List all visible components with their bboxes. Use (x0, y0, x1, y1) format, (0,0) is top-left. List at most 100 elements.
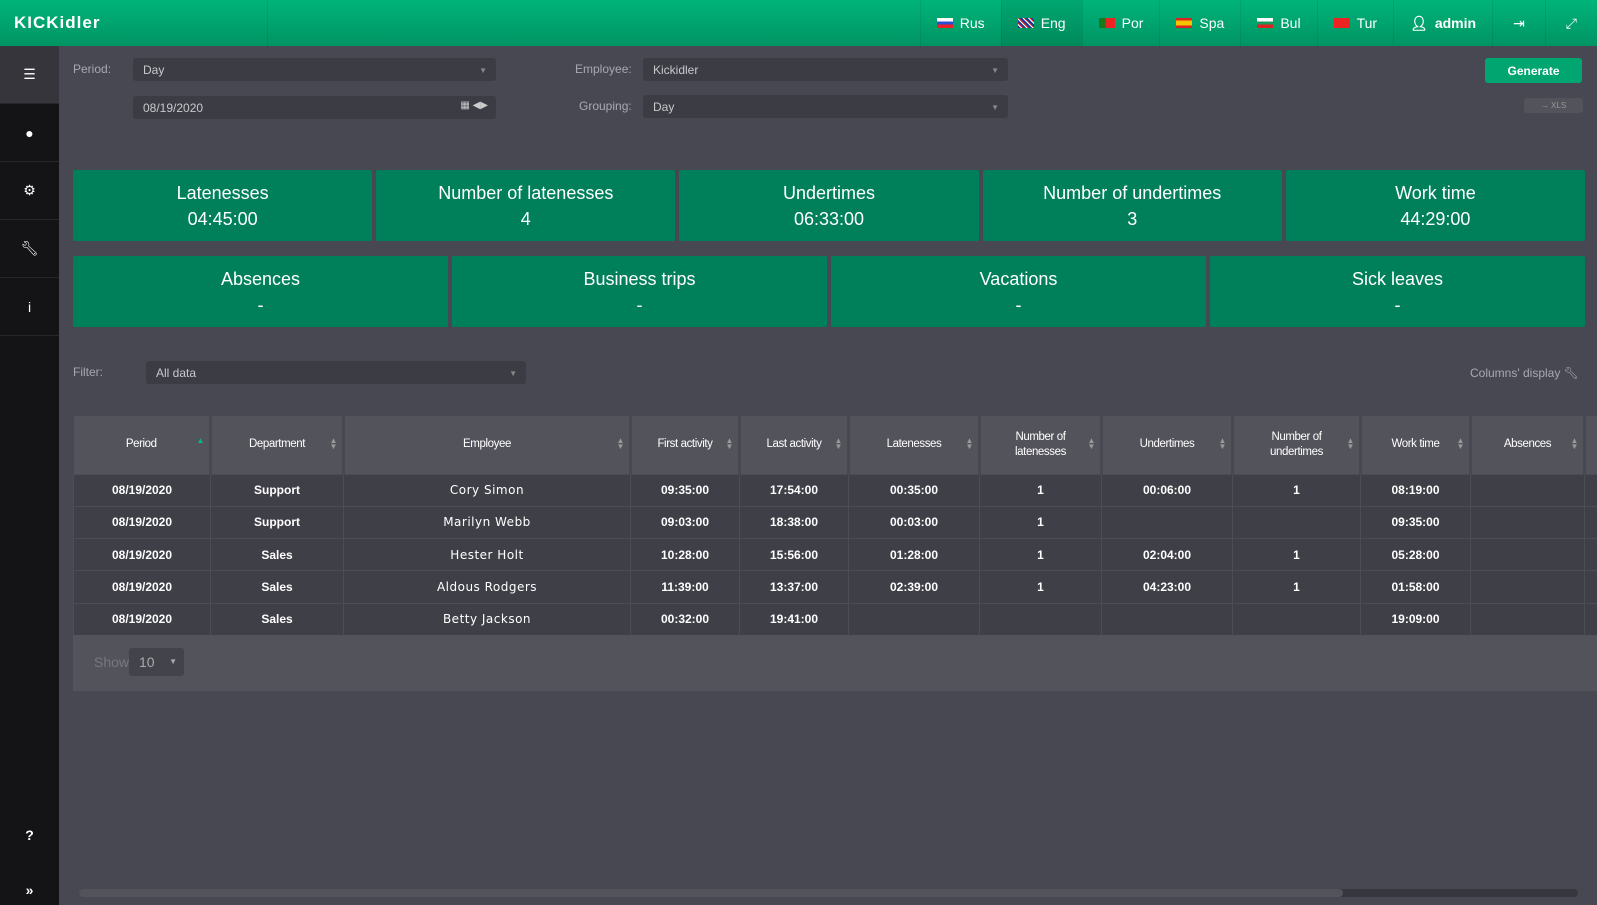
sort-icon[interactable]: ▲ ▼ (725, 437, 733, 451)
column-header[interactable]: Undertimes ▲ ▼ (1101, 416, 1234, 474)
table-cell: Betty Jackson (343, 602, 631, 636)
table-cell: Support (210, 473, 344, 507)
column-header[interactable]: Department ▲ ▼ (210, 416, 345, 474)
language-tur[interactable]: Tur (1316, 0, 1393, 46)
table-cell: 1 (979, 570, 1102, 604)
logout-button[interactable]: ⇥ (1492, 0, 1545, 46)
card-value: 04:45:00 (187, 208, 258, 229)
flag-es-icon (1176, 18, 1193, 28)
table-cell (1470, 505, 1585, 540)
wrench-icon: 🔧︎ (20, 240, 39, 256)
expand-sidebar-icon[interactable]: » (0, 882, 59, 898)
table-cell: Sales (210, 570, 344, 604)
column-header-label: Last activity (766, 438, 822, 451)
columns-display-button[interactable]: Columns' display 🔧︎ (1470, 366, 1579, 380)
table-cell: 02:04:00 (1101, 538, 1233, 572)
next-date-icon[interactable]: ▶ (480, 100, 488, 111)
user-menu[interactable]: 👤︎ admin (1393, 0, 1492, 46)
language-label: Eng (1040, 15, 1066, 31)
sort-icon[interactable]: ▲ ▼ (1456, 437, 1464, 451)
column-header[interactable]: First activity ▲ ▼ (630, 416, 741, 474)
summary-row-1: Latenesses 04:45:00 Number of latenesses 4 U… (73, 170, 1586, 241)
sort-icon[interactable]: ▲ (196, 437, 204, 445)
card-title: Latenesses (176, 182, 269, 203)
language-spa[interactable]: Spa (1159, 0, 1240, 46)
sidebar-menu[interactable]: ☰ (0, 46, 59, 104)
language-por[interactable]: Por (1081, 0, 1160, 46)
sort-icon[interactable]: ▲ ▼ (329, 437, 337, 451)
column-header-label: Work time (1391, 438, 1440, 451)
card-value: - (636, 294, 643, 315)
table-cell (1470, 473, 1585, 507)
table-cell: 15:56:00 (739, 538, 849, 572)
period-select[interactable]: Day ▼ (133, 58, 496, 81)
column-header[interactable]: Number of undertimes ▲ ▼ (1232, 416, 1362, 474)
column-header-label: Undertimes (1139, 438, 1195, 451)
language-rus[interactable]: Rus (919, 0, 1001, 46)
calendar-icon[interactable]: ▦ (460, 100, 469, 111)
table-cell: Marilyn Webb (343, 505, 631, 540)
table-cell: 08/19/2020 (73, 602, 211, 636)
table-cell (979, 602, 1102, 636)
table-cell (848, 602, 980, 636)
column-header[interactable]: Number of latenesses ▲ ▼ (979, 416, 1103, 474)
column-header[interactable]: Period ▲ (73, 416, 212, 474)
menu-icon: ☰ (23, 66, 36, 82)
sort-icon[interactable]: ▲ ▼ (1570, 437, 1578, 451)
language-bul[interactable]: Bul (1240, 0, 1316, 46)
card-title: Undertimes (782, 182, 876, 203)
table-row: 08/19/2020 Sales Betty Jackson 00:32:00 19:4… (73, 602, 1597, 636)
table-row: 08/19/2020 Sales Hester Holt 10:28:00 15:56:… (73, 538, 1597, 572)
table-cell: 11:39:00 (630, 570, 740, 604)
table-cell (1470, 602, 1585, 636)
table-cell: 1 (1232, 570, 1361, 604)
scrollbar-thumb[interactable] (79, 889, 1343, 897)
employee-select[interactable]: Kickidler ▼ (643, 58, 1008, 81)
date-value: 08/19/2020 (143, 101, 204, 115)
sort-icon[interactable]: ▲ ▼ (834, 437, 842, 451)
table-cell (1470, 570, 1585, 604)
table-cell: 08/19/2020 (73, 473, 211, 507)
chevron-down-icon: ▼ (991, 103, 999, 112)
page-size-select[interactable]: 10 ▼ (129, 648, 184, 676)
fullscreen-button[interactable]: ⤢ (1544, 0, 1597, 46)
card-value: 06:33:00 (793, 208, 865, 229)
column-header[interactable]: Latenesses ▲ ▼ (848, 416, 981, 474)
column-header[interactable]: Work time ▲ ▼ (1360, 416, 1472, 474)
column-header[interactable]: Last activity ▲ ▼ (739, 416, 850, 474)
sort-icon[interactable]: ▲ ▼ (1218, 437, 1226, 451)
sort-icon[interactable]: ▲ ▼ (1087, 437, 1095, 451)
column-header[interactable]: Employee ▲ ▼ (343, 416, 632, 474)
table-cell: Aldous Rodgers (343, 570, 631, 604)
table-cell: 09:03:00 (630, 505, 740, 540)
column-header-label: First activity (657, 438, 713, 451)
sidebar-users[interactable]: ● (0, 104, 59, 162)
flag-gb-icon (1017, 18, 1034, 28)
fullscreen-icon: ⤢ (1565, 14, 1577, 31)
grouping-select[interactable]: Day ▼ (643, 95, 1008, 118)
filter-select[interactable]: All data ▼ (146, 361, 526, 384)
kickidler-logo[interactable]: KICKidler (0, 0, 268, 46)
sort-icon[interactable]: ▲ ▼ (965, 437, 973, 451)
column-header-label: Number of undertimes (1270, 430, 1323, 458)
column-header[interactable]: Absences ▲ ▼ (1470, 416, 1586, 474)
sidebar-info[interactable]: i (0, 278, 59, 336)
sidebar-settings[interactable]: ⚙ (0, 162, 59, 220)
column-header[interactable] (1584, 416, 1597, 474)
wrench-icon: 🔧︎ (1563, 366, 1579, 380)
horizontal-scrollbar[interactable] (79, 889, 1578, 897)
table-cell: 00:06:00 (1101, 473, 1233, 507)
generate-button[interactable]: Generate (1485, 58, 1582, 83)
sort-icon[interactable]: ▲ ▼ (616, 437, 624, 451)
language-label: Por (1121, 15, 1144, 31)
table-cell (1470, 538, 1585, 572)
language-eng[interactable]: Eng (1000, 0, 1082, 46)
table-cell (1101, 505, 1233, 540)
table-cell: 08/19/2020 (73, 538, 211, 572)
sidebar-tools[interactable]: 🔧︎ (0, 220, 59, 278)
help-icon[interactable]: ? (0, 827, 59, 843)
language-label: Rus (959, 15, 985, 31)
sort-icon[interactable]: ▲ ▼ (1346, 437, 1354, 451)
date-field[interactable]: 08/19/2020 ▦ ◀▶ (133, 96, 496, 119)
export-xls-button[interactable]: → XLS (1524, 98, 1583, 113)
